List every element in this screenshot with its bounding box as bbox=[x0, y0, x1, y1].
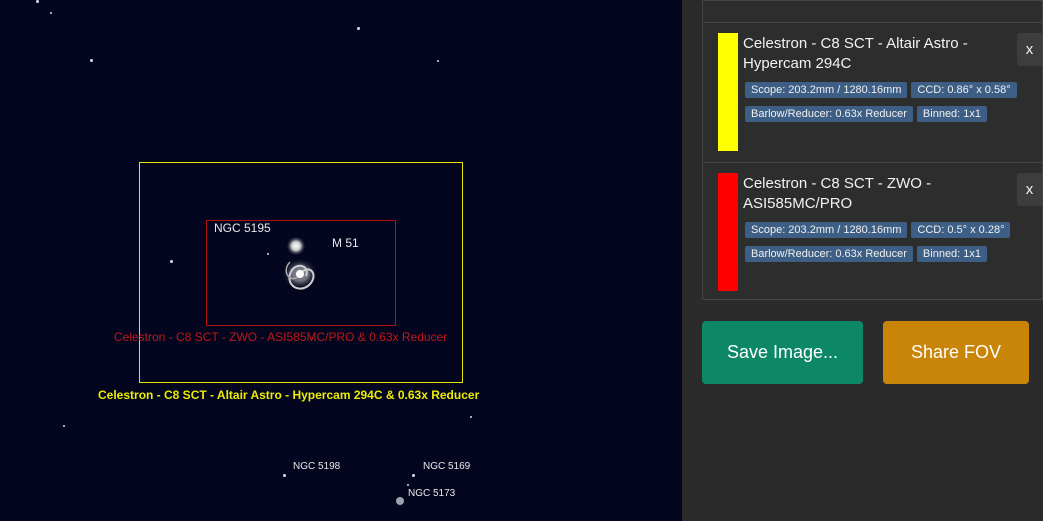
badge-group: Scope: 203.2mm / 1280.16mm CCD: 0.86° x 0… bbox=[745, 80, 1035, 128]
label-ngc5173: NGC 5173 bbox=[408, 488, 456, 499]
label-m51: M 51 bbox=[332, 236, 359, 250]
star bbox=[412, 474, 415, 477]
star bbox=[357, 27, 360, 30]
star bbox=[396, 497, 404, 505]
equipment-item: Celestron - C8 SCT - Altair Astro - Hype… bbox=[703, 23, 1042, 163]
fov-caption-red: Celestron - C8 SCT - ZWO - ASI585MC/PRO … bbox=[114, 330, 448, 344]
fov-caption-yellow: Celestron - C8 SCT - Altair Astro - Hype… bbox=[98, 388, 480, 402]
fov-rect-red bbox=[206, 220, 396, 326]
star bbox=[50, 12, 52, 14]
color-swatch bbox=[718, 33, 738, 151]
star bbox=[437, 60, 439, 62]
list-header bbox=[703, 1, 1042, 23]
save-image-button[interactable]: Save Image... bbox=[702, 321, 863, 384]
equipment-title: Celestron - C8 SCT - ZWO - ASI585MC/PRO bbox=[743, 175, 932, 212]
star bbox=[90, 59, 93, 62]
label-ngc5195: NGC 5195 bbox=[214, 221, 271, 235]
sky-view[interactable]: NGC 5195 M 51 NGC 5198 NGC 5169 NGC 5173… bbox=[0, 0, 682, 521]
label-ngc5169: NGC 5169 bbox=[423, 461, 471, 472]
scope-badge: Scope: 203.2mm / 1280.16mm bbox=[745, 222, 908, 238]
equipment-list: Celestron - C8 SCT - Altair Astro - Hype… bbox=[702, 0, 1043, 300]
equipment-title: Celestron - C8 SCT - Altair Astro - Hype… bbox=[743, 35, 968, 72]
share-fov-button[interactable]: Share FOV bbox=[883, 321, 1029, 384]
remove-button[interactable]: x bbox=[1017, 173, 1042, 206]
barlow-badge: Barlow/Reducer: 0.63x Reducer bbox=[745, 106, 913, 122]
star bbox=[470, 416, 472, 418]
equipment-item: Celestron - C8 SCT - ZWO - ASI585MC/PRO … bbox=[703, 163, 1042, 302]
remove-button[interactable]: x bbox=[1017, 33, 1042, 66]
color-swatch bbox=[718, 173, 738, 291]
label-ngc5198: NGC 5198 bbox=[293, 461, 341, 472]
ccd-badge: CCD: 0.86° x 0.58° bbox=[911, 82, 1017, 98]
star bbox=[283, 474, 286, 477]
star bbox=[36, 0, 39, 3]
star bbox=[63, 425, 65, 427]
barlow-badge: Barlow/Reducer: 0.63x Reducer bbox=[745, 246, 913, 262]
star bbox=[407, 484, 409, 486]
side-panel: Celestron - C8 SCT - Altair Astro - Hype… bbox=[682, 0, 1043, 521]
binned-badge: Binned: 1x1 bbox=[916, 246, 988, 262]
binned-badge: Binned: 1x1 bbox=[916, 106, 988, 122]
ccd-badge: CCD: 0.5° x 0.28° bbox=[911, 222, 1011, 238]
scope-badge: Scope: 203.2mm / 1280.16mm bbox=[745, 82, 908, 98]
badge-group: Scope: 203.2mm / 1280.16mm CCD: 0.5° x 0.… bbox=[745, 220, 1035, 268]
